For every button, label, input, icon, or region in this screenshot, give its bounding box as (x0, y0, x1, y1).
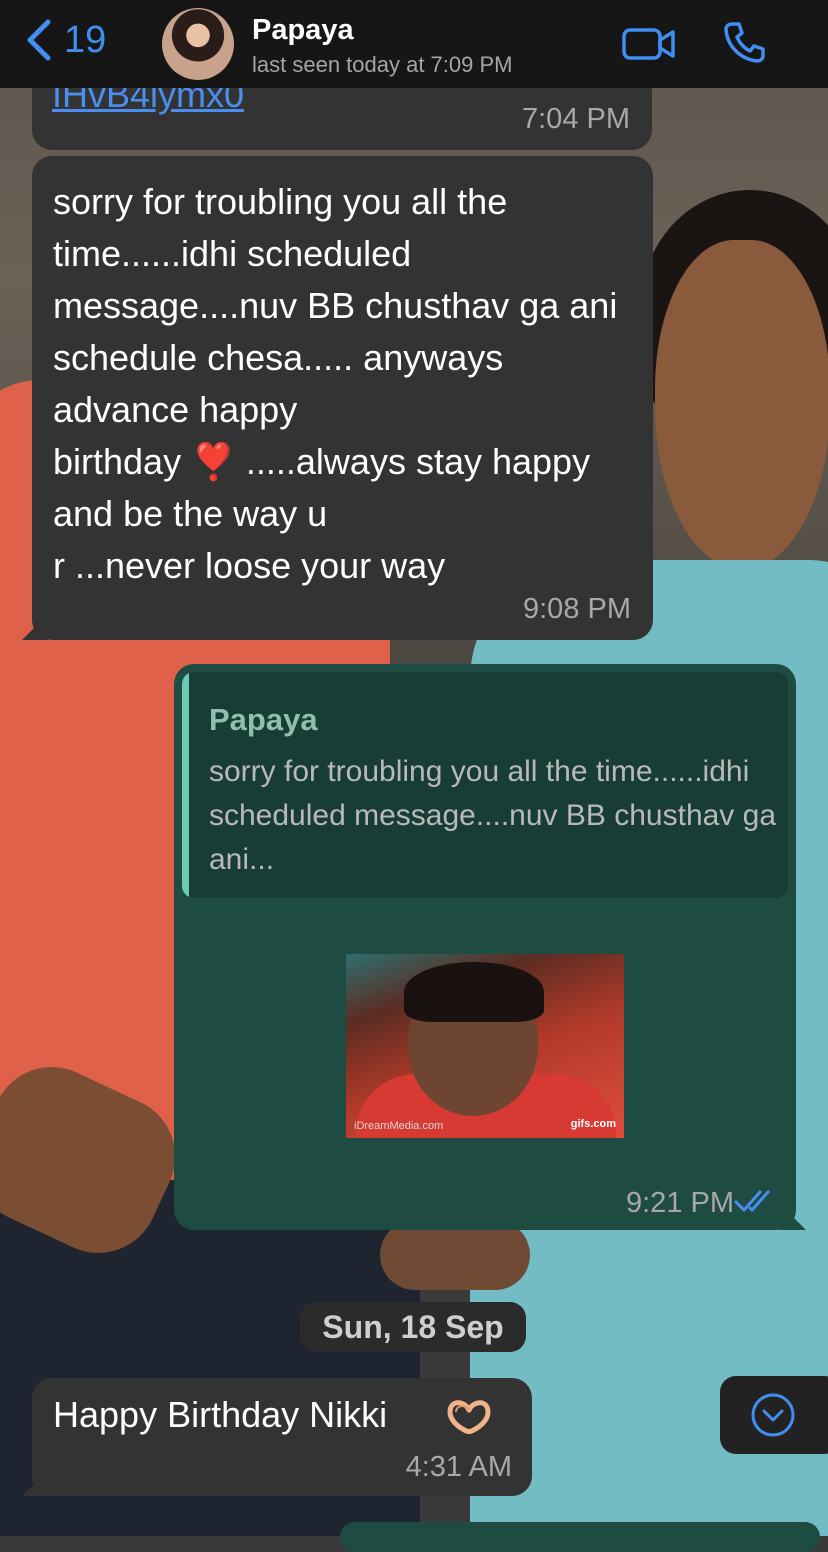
quote-bar (182, 672, 189, 898)
contact-name[interactable]: Papaya (252, 14, 354, 47)
unread-count: 19 (64, 18, 107, 61)
phone-icon[interactable] (722, 20, 766, 64)
quoted-author: Papaya (209, 702, 318, 737)
message-bubble-outgoing[interactable]: Papaya sorry for troubling you all the t… (174, 664, 806, 1230)
wallpaper-hand (380, 1220, 530, 1290)
message-time: 9:21 PM (626, 1187, 734, 1219)
last-seen-status: last seen today at 7:09 PM (252, 52, 513, 77)
message-time: 9:08 PM (523, 593, 631, 625)
message-bubble-incoming[interactable]: sorry for troubling you all the time....… (22, 156, 653, 640)
gif-watermark: gifs.com (570, 1118, 616, 1130)
date-separator: Sun, 18 Sep (300, 1302, 526, 1352)
chevron-down-circle-icon (751, 1393, 795, 1437)
quoted-message[interactable]: Papaya sorry for troubling you all the t… (182, 672, 788, 898)
gif-hair (404, 962, 544, 1022)
message-time: 7:04 PM (522, 103, 630, 135)
back-button[interactable]: 19 (24, 18, 106, 62)
message-bubble-outgoing-partial (340, 1522, 820, 1552)
double-check-icon (734, 1190, 770, 1212)
heart-hands-icon (447, 1400, 491, 1434)
message-text: Happy Birthday Nikki (53, 1394, 388, 1435)
message-bubble-incoming[interactable]: Happy Birthday Nikki 4:31 AM (22, 1378, 532, 1496)
video-camera-icon[interactable] (622, 26, 676, 62)
gif-watermark: iDreamMedia.com (354, 1120, 444, 1132)
chevron-left-icon (27, 19, 51, 61)
chat-header: 19 Papaya last seen today at 7:09 PM (0, 0, 828, 88)
message-text: sorry for troubling you all the time....… (53, 181, 618, 586)
quoted-text: sorry for troubling you all the time....… (209, 755, 785, 876)
gif-media[interactable]: iDreamMedia.com gifs.com (346, 954, 624, 1138)
wallpaper-face (655, 240, 828, 570)
message-time: 4:31 AM (405, 1451, 512, 1483)
avatar[interactable] (162, 8, 234, 80)
scroll-to-bottom-button[interactable] (720, 1376, 828, 1454)
